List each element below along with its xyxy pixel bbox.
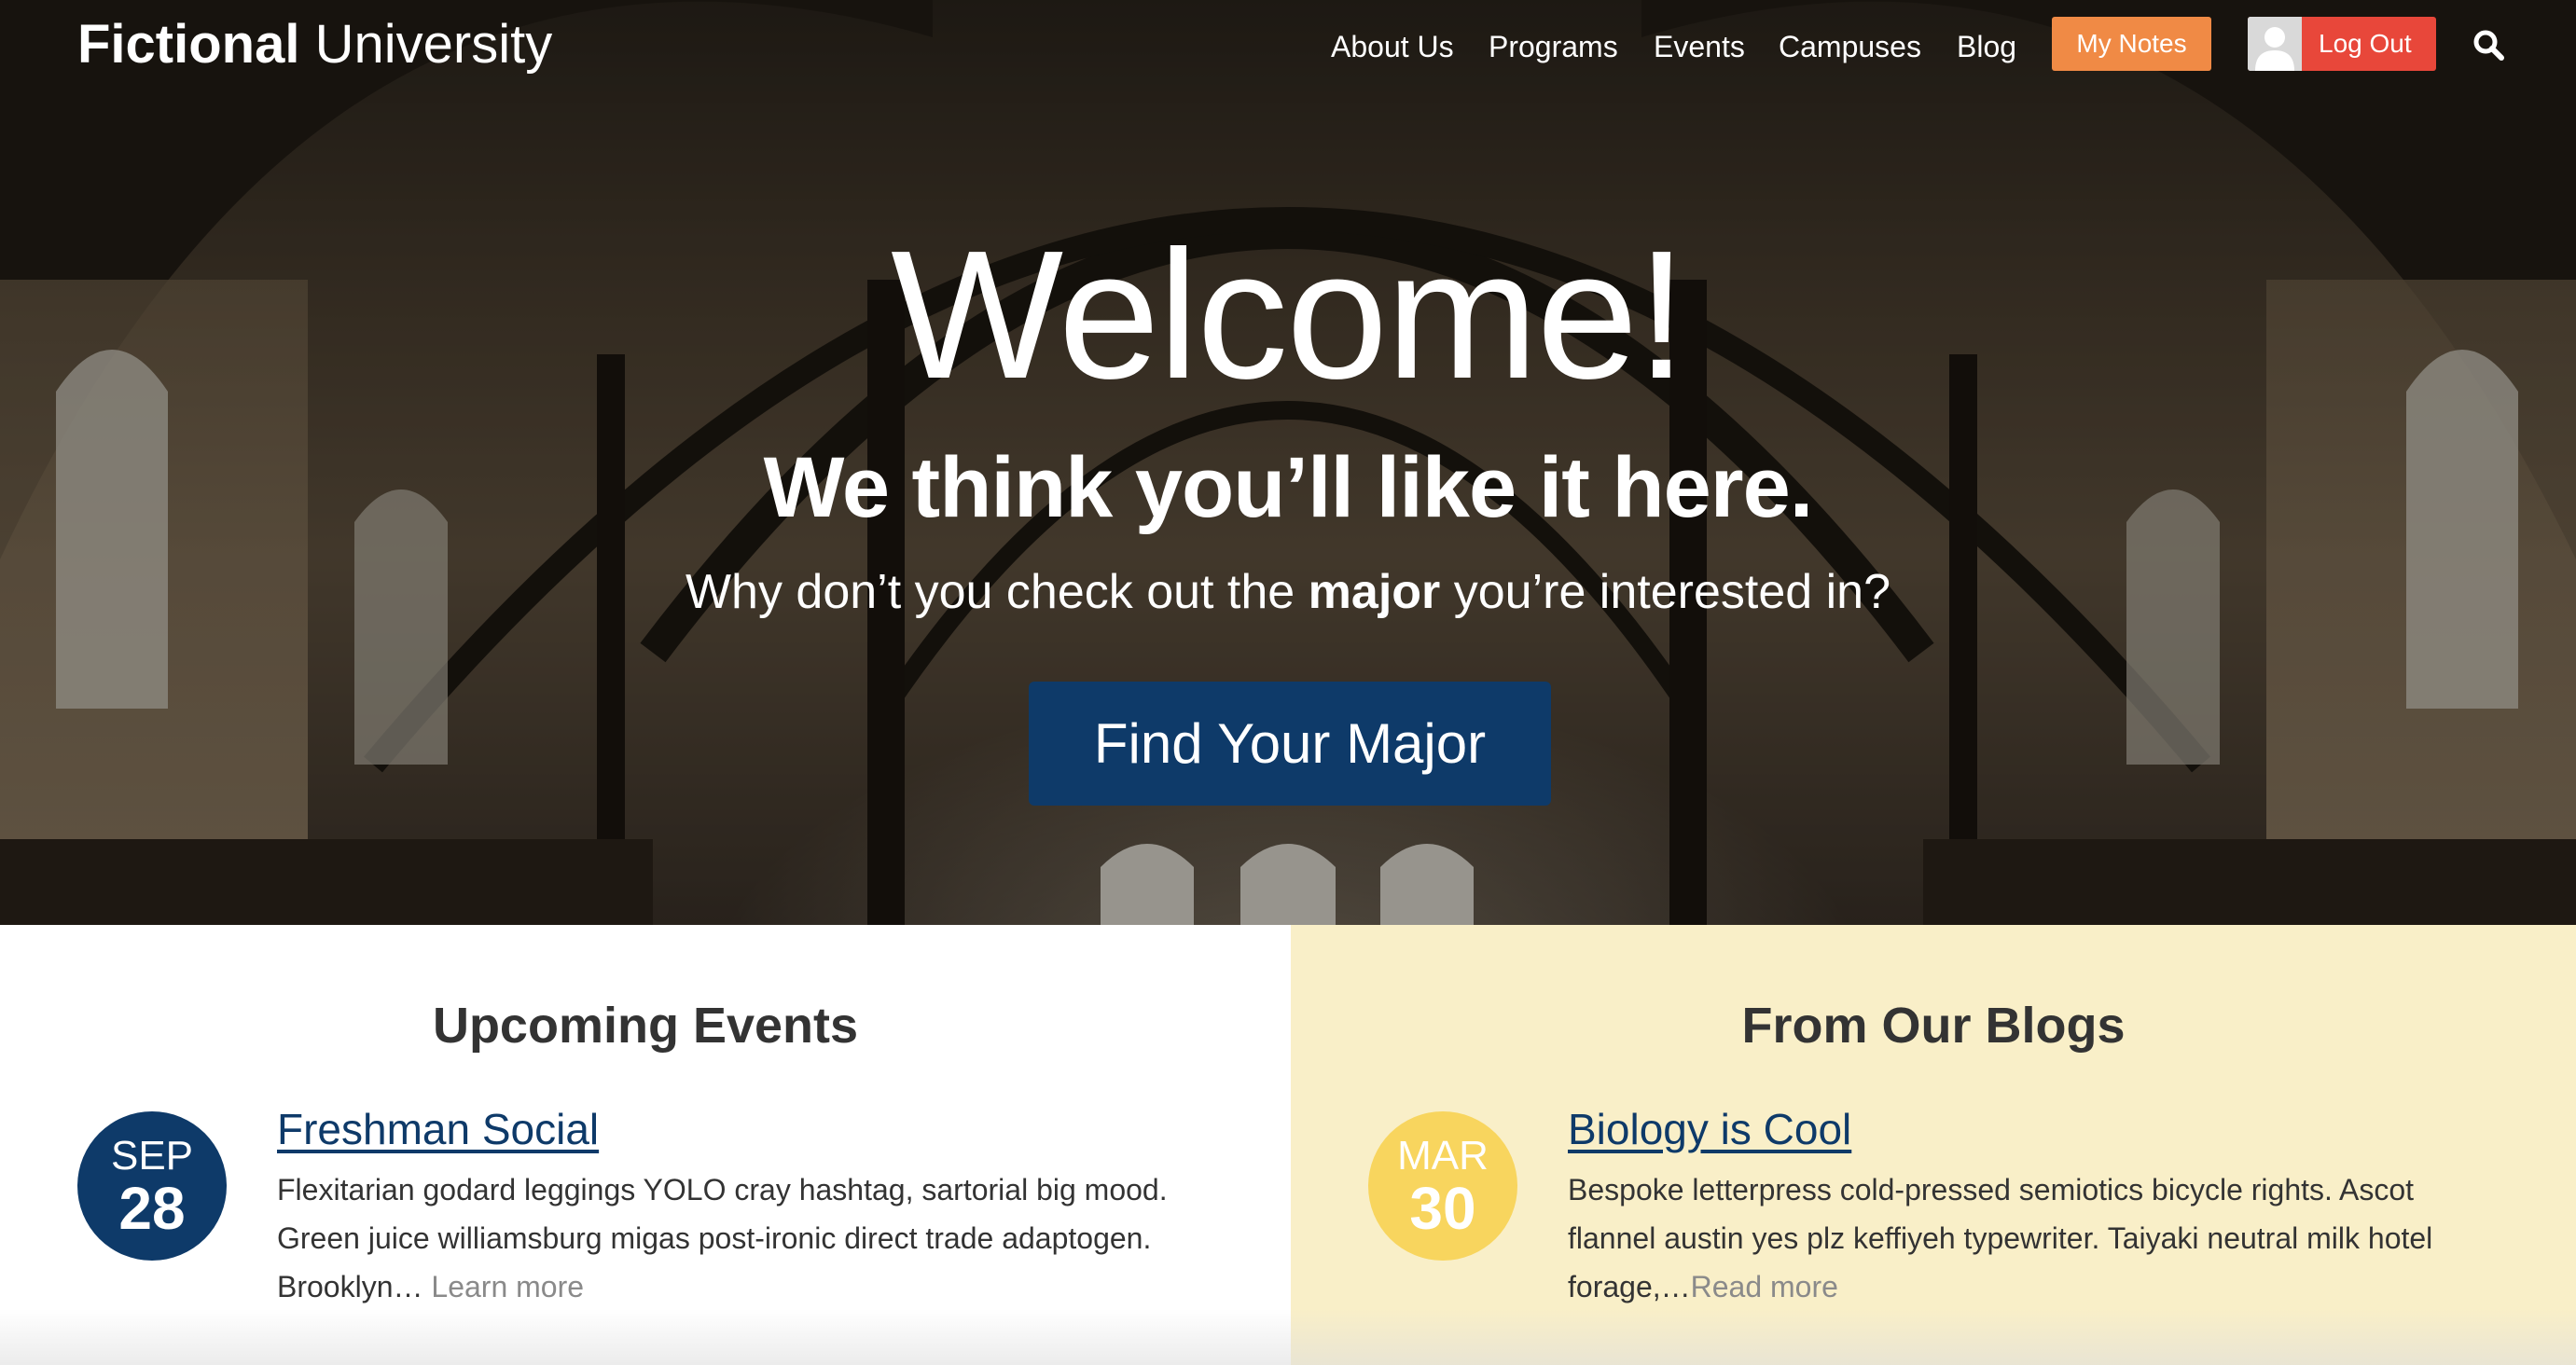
nav-programs[interactable]: Programs <box>1489 22 1618 71</box>
hero-title: Welcome! <box>891 213 1687 417</box>
hero-subtitle: We think you’ll like it here. <box>763 440 1814 535</box>
blog-read-more-link[interactable]: Read more <box>1691 1270 1838 1303</box>
site-header: Fictional University About Us Programs E… <box>0 0 2576 90</box>
hero-banner: Fictional University About Us Programs E… <box>0 0 2576 925</box>
user-avatar <box>2248 17 2302 71</box>
nav-events[interactable]: Events <box>1654 22 1745 71</box>
blog-date-month: MAR <box>1397 1133 1489 1179</box>
from-our-blogs-section: From Our Blogs MAR 30 Biology is Cool Be… <box>1291 925 2576 1365</box>
upcoming-events-section: Upcoming Events SEP 28 Freshman Social F… <box>0 925 1291 1365</box>
find-your-major-button[interactable]: Find Your Major <box>1029 682 1551 806</box>
nav-blog[interactable]: Blog <box>1957 22 2016 71</box>
blogs-bottom-fade <box>1291 1309 2576 1365</box>
blog-date-badge[interactable]: MAR 30 <box>1368 1111 1517 1261</box>
blog-date-day: 30 <box>1409 1175 1476 1242</box>
logo-light-text: University <box>314 14 553 75</box>
event-date-badge[interactable]: SEP 28 <box>77 1111 227 1261</box>
logout-button[interactable]: Log Out <box>2248 17 2436 71</box>
site-logo[interactable]: Fictional University <box>77 15 552 75</box>
blog-title-link[interactable]: Biology is Cool <box>1568 1102 1851 1156</box>
event-date-day: 28 <box>118 1175 186 1242</box>
hero-lead-start: Why don’t you check out the <box>685 565 1309 619</box>
logo-bold-text: Fictional <box>77 14 300 75</box>
hero-lead: Why don’t you check out the major you’re… <box>0 559 2576 625</box>
event-title-link[interactable]: Freshman Social <box>277 1102 599 1156</box>
my-notes-button[interactable]: My Notes <box>2052 17 2211 71</box>
nav-about-us[interactable]: About Us <box>1331 22 1454 71</box>
nav-campuses[interactable]: Campuses <box>1779 22 1921 71</box>
hero-lead-bold: major <box>1308 565 1441 619</box>
hero-lead-end: you’re interested in? <box>1440 565 1891 619</box>
from-our-blogs-title: From Our Blogs <box>1741 998 2126 1054</box>
events-bottom-fade <box>0 1309 1291 1365</box>
blog-excerpt: Bespoke letterpress cold-pressed semioti… <box>1568 1165 2500 1311</box>
event-date-month: SEP <box>110 1133 194 1179</box>
event-excerpt-text: Flexitarian godard leggings YOLO cray ha… <box>277 1173 1168 1303</box>
event-learn-more-link[interactable]: Learn more <box>431 1270 584 1303</box>
user-avatar-icon <box>2248 17 2302 71</box>
logout-label: Log Out <box>2319 29 2412 58</box>
event-excerpt: Flexitarian godard leggings YOLO cray ha… <box>277 1165 1210 1311</box>
upcoming-events-title: Upcoming Events <box>432 998 859 1054</box>
search-icon[interactable] <box>2472 28 2505 62</box>
